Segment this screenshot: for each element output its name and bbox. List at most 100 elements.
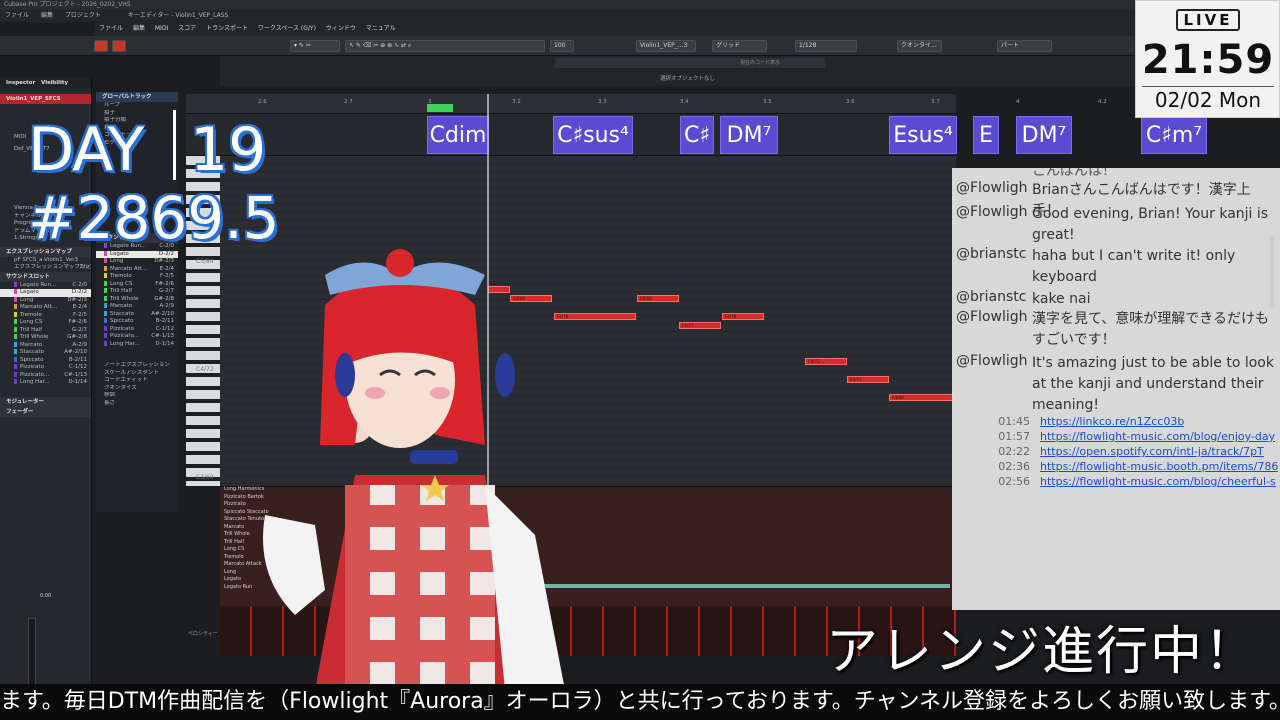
sound-slot-item[interactable]: Trill Whole G#-2/8 (0, 334, 91, 342)
chord-event[interactable]: E (973, 116, 999, 154)
tab-visibility[interactable]: Visibility (41, 80, 68, 86)
sound-slot-item[interactable]: Long CS F#-2/6 (0, 319, 91, 327)
tool-select-icon[interactable]: ▾ ✎ ✂ (290, 40, 340, 52)
slot-key: C#-1/13 (151, 333, 174, 339)
link-list: 01:45 https://linkco.re/n1Zcc03b 01:57 http… (970, 414, 1280, 489)
menu-edit[interactable]: 編集 (41, 12, 53, 19)
sound-slot-item[interactable]: Legato D-2/2 (0, 289, 91, 297)
sound-slot-item[interactable]: Legato Run... C-2/0 (0, 281, 91, 290)
slot-color-swatch (14, 326, 17, 332)
sound-slot-item[interactable]: Pizzicato C-1/12 (96, 325, 178, 334)
chord-event[interactable]: DM⁷ (720, 116, 778, 154)
sound-slot-item[interactable]: Long D#-2/3 (0, 296, 91, 305)
menu2-workspace[interactable]: ワークスペース (G/Y) (258, 25, 316, 32)
grid-type-select[interactable]: グリッド (712, 40, 767, 52)
sound-slot-item[interactable]: Marcato A-2/9 (96, 303, 178, 311)
chat-message: @brianstc kake nai (956, 289, 1278, 310)
part-select[interactable]: パート (997, 40, 1052, 52)
link-url[interactable]: https://linkco.re/n1Zcc03b (1040, 414, 1184, 429)
sound-slot-item[interactable]: Long D#-2/3 (96, 258, 178, 266)
global-lower-item[interactable]: 長さ (96, 400, 178, 408)
slot-color-swatch (14, 311, 17, 317)
menu-project[interactable]: プロジェクト (65, 12, 101, 19)
section-sound-slots[interactable]: サウンドスロット (0, 271, 91, 282)
chat-scrollbar[interactable] (1270, 235, 1274, 310)
section-fader[interactable]: フェーダー (0, 406, 91, 417)
sound-slot-item[interactable]: Long Har... D-1/14 (0, 379, 91, 387)
sound-slot-item[interactable]: Pizzicato C-1/12 (0, 364, 91, 372)
slot-key: A#-2/10 (151, 310, 174, 317)
chord-event[interactable]: C♯m⁷ (1141, 116, 1207, 154)
slot-name: Long (110, 258, 124, 264)
sound-slot-item[interactable]: Staccato A#-2/10 (96, 310, 178, 319)
stop-button[interactable] (112, 40, 126, 52)
track-name[interactable]: Violin1_VEP_SFCS (0, 94, 91, 104)
sound-slot-item[interactable]: Marcato Att... E-2/4 (96, 265, 178, 274)
menu-file[interactable]: ファイル (5, 12, 29, 19)
global-lower-item[interactable]: スケールアシスタント (96, 370, 178, 378)
chord-event[interactable]: C♯ (680, 116, 714, 154)
midi-note[interactable]: G4/80 (637, 295, 679, 302)
global-track-header[interactable]: グローバルトラック (96, 92, 178, 102)
midi-note[interactable]: F4/77 (679, 322, 721, 329)
quantize-mode-select[interactable]: クオンタイ... (897, 40, 942, 52)
link-url[interactable]: https://flowlight-music.com/blog/cheerfu… (1040, 474, 1276, 489)
midi-note[interactable]: F4/78 (722, 313, 764, 320)
sound-slot-item[interactable]: Marcato Att... E-2/4 (0, 304, 91, 312)
slot-color-swatch (14, 341, 17, 347)
midi-note[interactable]: B3/71 (847, 376, 889, 383)
link-time: 01:57 (998, 430, 1030, 443)
quantize-value[interactable]: 100 (550, 40, 574, 52)
sound-slot-item[interactable]: Long CS F#-2/6 (96, 280, 178, 289)
timeline-ruler[interactable]: 2.6 2.7 3 3.2 3.3 3.4 3.5 3.6 3.7 4 4.2 (186, 94, 1107, 114)
sound-slot-item[interactable]: Pizzicato... C#-1/13 (0, 371, 91, 380)
sound-slot-item[interactable]: Spiccato B-2/11 (96, 318, 178, 326)
edit-tools[interactable]: ↖ ✎ ⌫ ✂ ⊕ ⊗ ∿ ⇄ ⌕ (345, 40, 545, 52)
ruler-tick-label: 3.7 (931, 99, 940, 105)
scrollbar[interactable] (540, 584, 950, 588)
menu2-window[interactable]: ウィンドウ (326, 25, 356, 32)
tab-inspector[interactable]: Inspector (6, 80, 35, 86)
sound-slot-item[interactable]: Trill Whole G#-2/8 (96, 295, 178, 304)
track-select[interactable]: Violin1_VEP_...3 (636, 40, 696, 52)
sound-slot-item[interactable]: Trill Half G-2/7 (0, 326, 91, 335)
menu2-midi[interactable]: MIDI (155, 25, 168, 32)
global-lower-item[interactable]: ノートエクスプレッション (96, 362, 178, 370)
global-lower-item[interactable]: コードエディット (96, 377, 178, 385)
grid-value-select[interactable]: 1/128 (795, 40, 857, 52)
link-url[interactable]: https://flowlight-music.booth.pm/items/7… (1040, 459, 1278, 474)
sound-slot-item[interactable]: Marcato A-2/9 (0, 341, 91, 350)
sound-slot-item[interactable]: Staccato A#-2/10 (0, 349, 91, 357)
expression-map-settings-button[interactable]: エクスプレッションマップ設定 (0, 264, 91, 272)
menu2-manual[interactable]: マニュアル (366, 25, 396, 32)
menu2-edit[interactable]: 編集 (133, 25, 145, 32)
menu2-score[interactable]: スコア (178, 25, 196, 32)
sound-slot-item[interactable]: Tremolo F-2/5 (0, 311, 91, 320)
section-modulator[interactable]: モジュレーター (0, 396, 91, 407)
chord-event[interactable]: Cdim (427, 116, 489, 154)
link-url[interactable]: https://open.spotify.com/intl-ja/track/7… (1040, 444, 1264, 459)
slot-color-swatch (104, 288, 107, 293)
sound-slot-item[interactable]: Pizzicato... C#-1/13 (96, 333, 178, 341)
menu2-file[interactable]: ファイル (99, 25, 123, 32)
slot-name: Pizzicato... (20, 371, 50, 378)
global-lower-item[interactable]: クオンタイズ (96, 385, 178, 393)
sound-slot-item[interactable]: Long Har... D-1/14 (96, 340, 178, 349)
slot-key: E-2/4 (72, 304, 87, 310)
record-button[interactable] (94, 40, 108, 52)
sound-slot-item[interactable]: Trill Half G-2/7 (96, 288, 178, 296)
chord-event[interactable]: C♯sus⁴ (553, 116, 633, 154)
chord-event[interactable]: Esus⁴ (889, 116, 957, 154)
menu2-transport[interactable]: トランスポート (206, 25, 248, 32)
slot-key: F-2/5 (160, 273, 174, 279)
expression-map-name[interactable]: pF SFCS_a-Violin1_Ver3 (0, 257, 91, 265)
link-url[interactable]: https://flowlight-music.com/blog/enjoy-d… (1040, 429, 1275, 444)
sound-slot-item[interactable]: Tremolo F-2/5 (96, 273, 178, 281)
cycle-marker[interactable] (427, 104, 453, 112)
global-track-item[interactable]: ループ (96, 102, 178, 110)
global-lower-item[interactable]: 移調 (96, 392, 178, 400)
midi-note[interactable]: C4/72 (805, 358, 847, 365)
midi-note[interactable]: A3/69 (889, 394, 953, 401)
chord-event[interactable]: DM⁷ (1016, 116, 1072, 154)
sound-slot-item[interactable]: Spiccato B-2/11 (0, 356, 91, 365)
